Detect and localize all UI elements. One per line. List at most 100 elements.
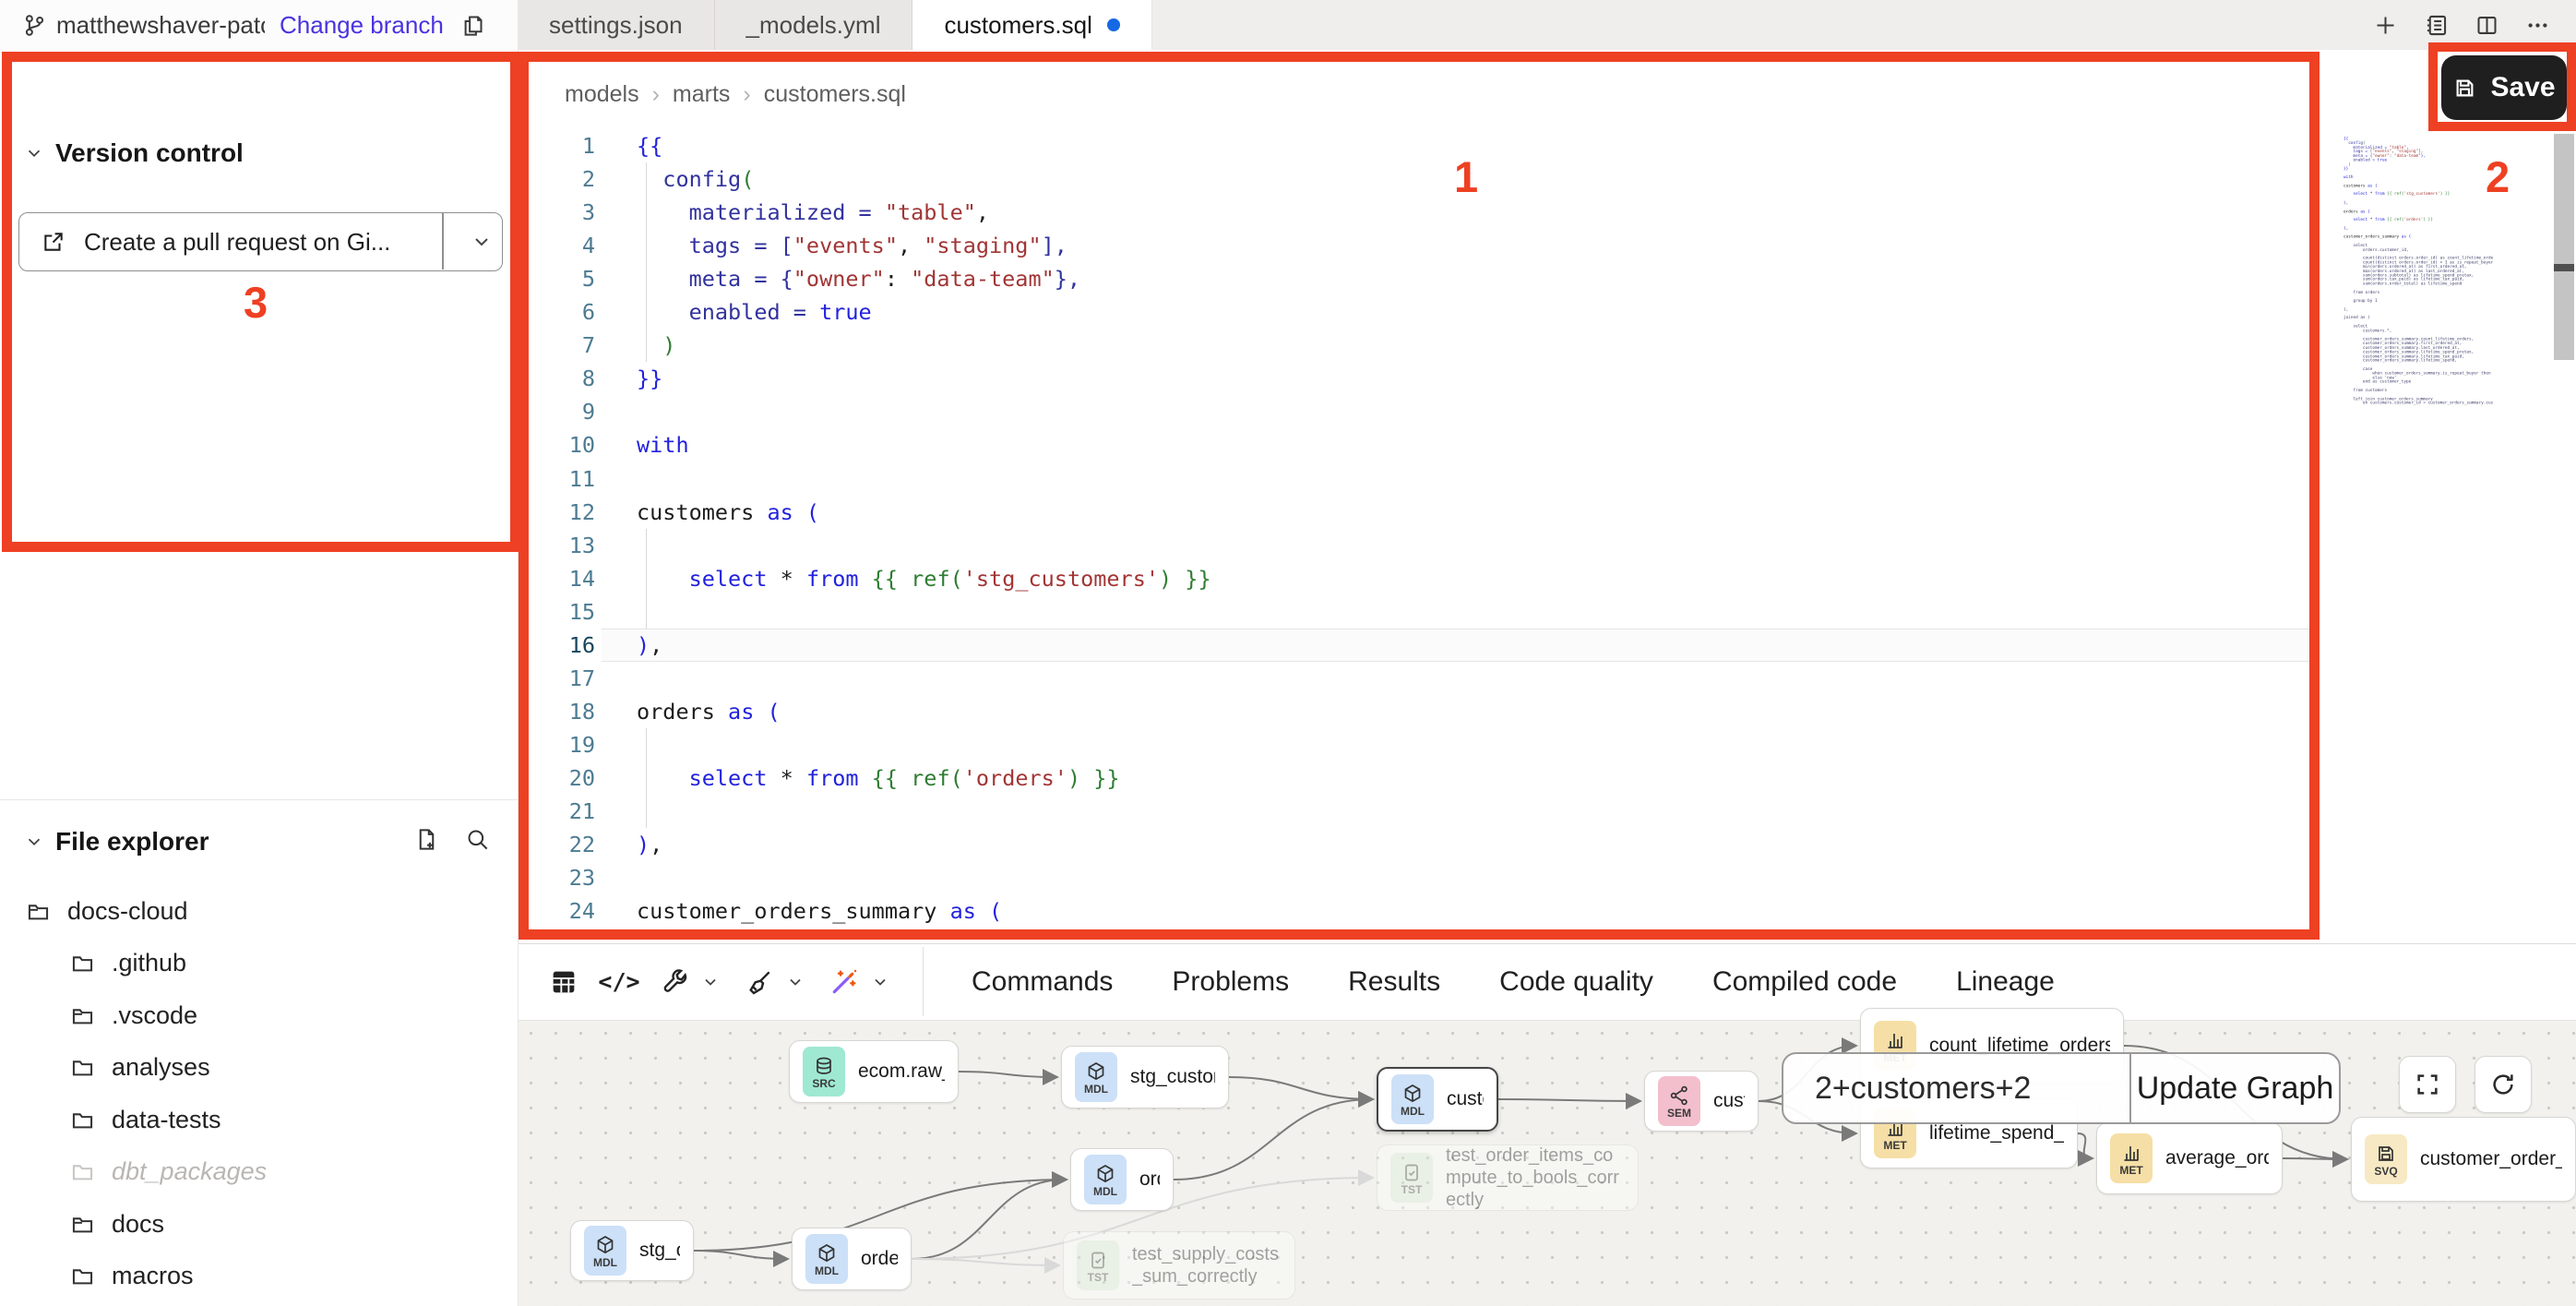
line-number: 18 bbox=[521, 695, 595, 728]
file-explorer-header[interactable]: File explorer bbox=[24, 827, 209, 857]
lineage-node-avg_order_value[interactable]: MET average_order_value bbox=[2096, 1122, 2283, 1194]
lineage-node-stg_orders[interactable]: MDLstg_orders bbox=[570, 1220, 694, 1281]
build-wrench-icon[interactable] bbox=[659, 966, 690, 998]
fullscreen-button[interactable] bbox=[2399, 1056, 2456, 1113]
lineage-node-order_items[interactable]: MDLorder_items bbox=[792, 1228, 912, 1290]
editor-scrollbar-thumb[interactable] bbox=[2554, 134, 2574, 360]
mdl-node-icon: MDL bbox=[1075, 1052, 1117, 1102]
split-editor-icon[interactable] bbox=[2475, 13, 2499, 38]
lineage-selector-overlay: 2+customers+2 Update Graph bbox=[1782, 1052, 2341, 1124]
node-type-badge: MDL bbox=[593, 1257, 617, 1268]
file-tree-item-docs[interactable]: docs bbox=[70, 1203, 164, 1245]
mdl-node-icon: MDL bbox=[1391, 1074, 1434, 1124]
line-number: 7 bbox=[521, 329, 595, 362]
results-table-icon[interactable] bbox=[548, 966, 579, 998]
file-explorer-actions bbox=[414, 827, 490, 852]
folder-open-icon bbox=[70, 1003, 95, 1028]
panel-tab-problems[interactable]: Problems bbox=[1168, 950, 1293, 1014]
file-tree-item-dbt_packages[interactable]: dbt_packages bbox=[70, 1151, 267, 1193]
new-file-icon[interactable] bbox=[414, 827, 439, 852]
code-line: meta = {"owner": "data-team"}, bbox=[637, 262, 1080, 295]
panel-tab-lineage[interactable]: Lineage bbox=[1952, 950, 2058, 1014]
code-line: }} bbox=[637, 362, 662, 395]
tab-label: customers.sql bbox=[944, 11, 1091, 40]
line-number: 17 bbox=[521, 662, 595, 695]
lineage-selector-input[interactable]: 2+customers+2 bbox=[1783, 1071, 2129, 1107]
chevron-down-icon[interactable] bbox=[701, 973, 720, 991]
lineage-node-customers[interactable]: MDLcustomers bbox=[1377, 1067, 1498, 1132]
panel-tab-code-quality[interactable]: Code quality bbox=[1496, 950, 1657, 1014]
format-broom-icon[interactable] bbox=[744, 966, 775, 998]
version-control-header[interactable]: Version control bbox=[24, 138, 244, 168]
panel-tab-commands[interactable]: Commands bbox=[968, 950, 1116, 1014]
notebook-list-icon[interactable] bbox=[2424, 13, 2449, 38]
file-tree-item-data-tests[interactable]: data-tests bbox=[70, 1098, 221, 1141]
code-line: ) bbox=[637, 329, 675, 362]
file-tree-item-macros[interactable]: macros bbox=[70, 1255, 194, 1298]
file-tree-item-.vscode[interactable]: .vscode bbox=[70, 994, 197, 1036]
chevron-down-icon[interactable] bbox=[871, 973, 889, 991]
tab-_models.yml[interactable]: _models.yml bbox=[715, 0, 913, 50]
panel-tab-results[interactable]: Results bbox=[1344, 950, 1444, 1014]
code-line: orders as ( bbox=[637, 695, 781, 728]
code-line: ), bbox=[637, 629, 662, 662]
node-label: customer_order_metrics bbox=[2420, 1148, 2562, 1170]
search-icon[interactable] bbox=[465, 827, 490, 852]
sidebar: Version control Create a pull request on… bbox=[0, 50, 519, 1306]
line-number: 9 bbox=[521, 395, 595, 428]
lineage-node-customers_sem[interactable]: SEMcustomers bbox=[1644, 1071, 1759, 1132]
tab-settings.json[interactable]: settings.json bbox=[518, 0, 715, 50]
node-type-badge: MET bbox=[2119, 1165, 2142, 1176]
line-number: 8 bbox=[521, 362, 595, 395]
breadcrumb: models›marts›customers.sql bbox=[565, 81, 906, 108]
save-button[interactable]: Save bbox=[2441, 55, 2567, 120]
copy-icon[interactable] bbox=[460, 13, 485, 38]
file-name: dbt_packages bbox=[112, 1157, 267, 1186]
node-label: test_order_items_compute_to_bools_correc… bbox=[1446, 1144, 1625, 1211]
chevron-down-icon bbox=[24, 832, 44, 852]
svq-node-icon: SVQ bbox=[2365, 1134, 2407, 1184]
more-options-icon[interactable] bbox=[2525, 13, 2550, 38]
line-number: 11 bbox=[521, 462, 595, 496]
sem-node-icon: SEM bbox=[1658, 1076, 1700, 1126]
code-icon[interactable]: </> bbox=[603, 966, 635, 998]
update-graph-button[interactable]: Update Graph bbox=[2131, 1071, 2339, 1107]
code-editor[interactable]: 1{{2 config(3 materialized = "table",4 t… bbox=[519, 50, 2576, 943]
code-line: config( bbox=[637, 162, 754, 196]
file-name: docs-cloud bbox=[67, 897, 188, 926]
save-icon bbox=[2452, 76, 2477, 101]
panel-tab-compiled-code[interactable]: Compiled code bbox=[1709, 950, 1901, 1014]
minimap[interactable]: {{ config( materialized = "table", tags … bbox=[2343, 137, 2493, 930]
tab-customers.sql[interactable]: customers.sql bbox=[912, 0, 1151, 50]
line-number: 21 bbox=[521, 795, 595, 828]
file-tree-item-.github[interactable]: .github bbox=[70, 942, 186, 985]
create-pull-request-button[interactable]: Create a pull request on Gi... bbox=[18, 212, 503, 271]
node-label: orders bbox=[1139, 1168, 1160, 1191]
breadcrumb-item: customers.sql bbox=[764, 81, 906, 108]
file-tree-item-docs-cloud[interactable]: docs-cloud bbox=[26, 890, 188, 932]
lineage-node-test_order_items[interactable]: TSTtest_order_items_compute_to_bools_cor… bbox=[1377, 1144, 1639, 1211]
node-label: average_order_value bbox=[2165, 1147, 2269, 1169]
file-explorer-title: File explorer bbox=[55, 827, 209, 857]
folder-icon bbox=[70, 1108, 95, 1132]
line-number: 23 bbox=[521, 861, 595, 894]
tab-label: settings.json bbox=[549, 11, 683, 40]
code-line: {{ bbox=[637, 129, 662, 162]
change-branch-link[interactable]: Change branch bbox=[280, 11, 444, 40]
code-line: ), bbox=[637, 828, 662, 861]
breadcrumb-separator: › bbox=[743, 81, 750, 108]
lineage-node-raw_customers[interactable]: SRCecom.raw_customers bbox=[789, 1040, 959, 1103]
lineage-node-test_supply[interactable]: TSTtest_supply_costs_sum_correctly bbox=[1063, 1231, 1295, 1300]
pr-dropdown-caret[interactable] bbox=[460, 213, 503, 270]
chevron-down-icon[interactable] bbox=[786, 973, 805, 991]
panel-toolbar: </> bbox=[548, 943, 889, 1020]
lineage-node-cust_order_metrics[interactable]: SVQ customer_order_metrics bbox=[2351, 1117, 2576, 1202]
lineage-node-orders[interactable]: MDLorders bbox=[1070, 1148, 1174, 1211]
ai-magic-wand-icon[interactable] bbox=[829, 966, 860, 998]
new-tab-icon[interactable] bbox=[2373, 13, 2398, 38]
refresh-graph-button[interactable] bbox=[2475, 1056, 2532, 1113]
file-tree-item-analyses[interactable]: analyses bbox=[70, 1047, 210, 1089]
code-line: with bbox=[637, 428, 689, 461]
lineage-node-stg_customers[interactable]: MDLstg_customers bbox=[1061, 1046, 1229, 1108]
node-label: lifetime_spend_pretax bbox=[1929, 1122, 2064, 1144]
